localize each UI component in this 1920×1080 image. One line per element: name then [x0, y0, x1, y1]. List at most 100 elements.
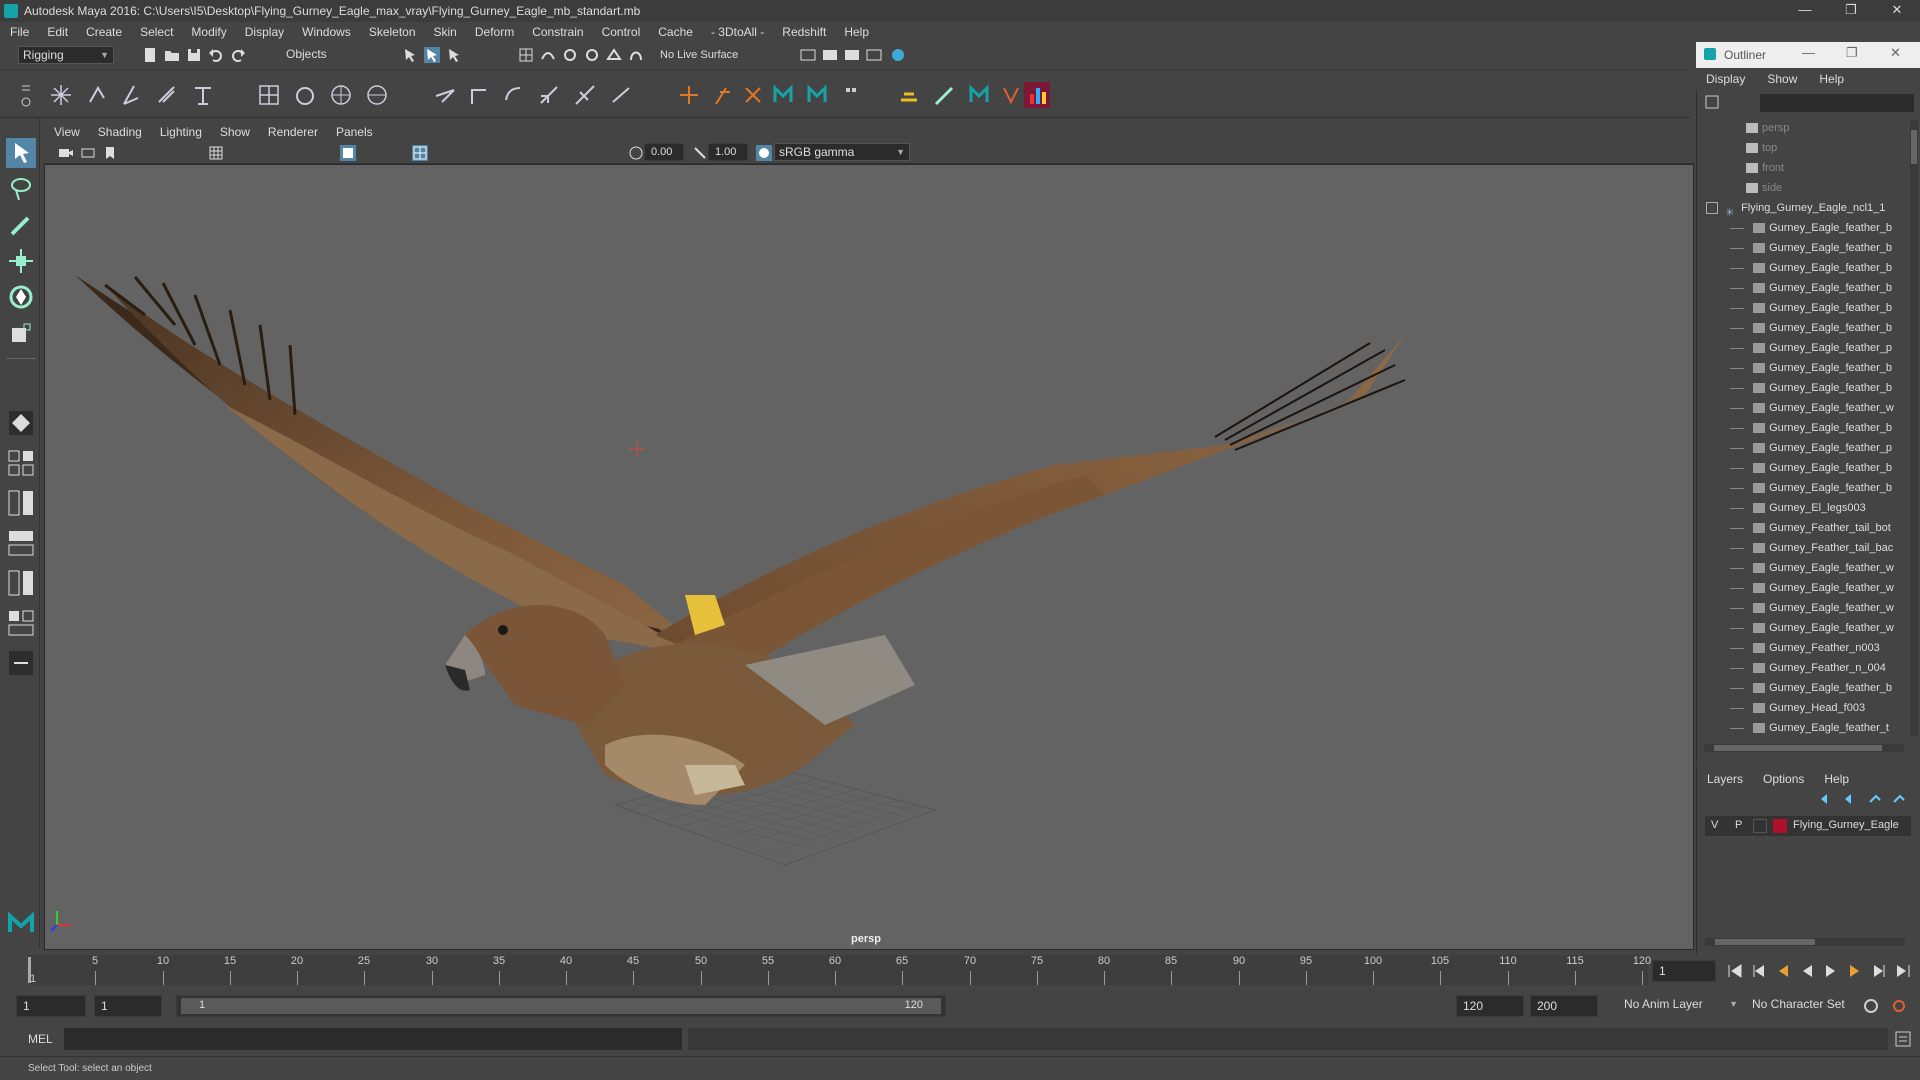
current-frame-field[interactable]: 1: [1652, 960, 1716, 982]
command-input[interactable]: [64, 1028, 682, 1050]
outliner-mesh-item[interactable]: Gurney_Feather_tail_bac: [1730, 538, 1893, 558]
snap-point-icon[interactable]: [562, 47, 578, 63]
outliner-mesh-item[interactable]: Gurney_El_legs003: [1730, 498, 1866, 518]
lasso-icon[interactable]: [6, 174, 36, 204]
outliner-mesh-item[interactable]: Gurney_Eagle_feather_t: [1730, 718, 1889, 738]
new-layer-selected-icon[interactable]: [1891, 792, 1907, 806]
layout-single-icon[interactable]: [6, 448, 36, 478]
layer-visibility-toggle[interactable]: V: [1711, 819, 1718, 831]
soft-select-icon[interactable]: [6, 408, 36, 438]
layer-hscroll-thumb[interactable]: [1715, 939, 1815, 945]
outliner-mesh-item[interactable]: Gurney_Eagle_feather_b: [1730, 218, 1892, 238]
layout-graph-icon[interactable]: [6, 648, 36, 678]
range-slider-handle[interactable]: 1 120: [181, 998, 941, 1014]
outliner-camera-item[interactable]: side: [1746, 178, 1782, 198]
outliner-mesh-item[interactable]: Gurney_Eagle_feather_w: [1730, 598, 1894, 618]
menu-display[interactable]: Display: [245, 25, 284, 39]
range-slider[interactable]: 1 120: [176, 995, 946, 1017]
lattice-icon[interactable]: [256, 82, 282, 108]
menu-3dtoall[interactable]: - 3DtoAll -: [711, 25, 764, 39]
open-scene-icon[interactable]: [164, 47, 180, 63]
paint-weights-icon[interactable]: [932, 82, 958, 108]
outliner-search-input[interactable]: [1760, 94, 1914, 112]
scene-canvas[interactable]: [45, 165, 1694, 950]
go-to-end-icon[interactable]: [1894, 962, 1912, 980]
step-forward-key-icon[interactable]: [1846, 962, 1864, 980]
outliner-mesh-item[interactable]: Gurney_Feather_n_004: [1730, 658, 1886, 678]
layer-color-swatch[interactable]: [1773, 819, 1787, 833]
outliner-menu-help[interactable]: Help: [1819, 72, 1844, 86]
outliner-minimize-button[interactable]: —: [1802, 45, 1815, 60]
smooth-shade-icon[interactable]: [340, 145, 356, 161]
viewport-menu-lighting[interactable]: Lighting: [160, 125, 202, 139]
snap-grid-icon[interactable]: [518, 47, 534, 63]
outliner-mesh-item[interactable]: Gurney_Eagle_feather_w: [1730, 618, 1894, 638]
menu-modify[interactable]: Modify: [191, 25, 226, 39]
restore-button[interactable]: ❐: [1828, 0, 1874, 22]
outliner-mesh-item[interactable]: Gurney_Eagle_feather_b: [1730, 478, 1892, 498]
outliner-mesh-item[interactable]: Gurney_Eagle_feather_b: [1730, 238, 1892, 258]
step-back-icon[interactable]: [1750, 962, 1768, 980]
menu-edit[interactable]: Edit: [47, 25, 68, 39]
layer-hscrollbar[interactable]: [1705, 938, 1905, 946]
auto-key-icon[interactable]: [1862, 997, 1880, 1015]
outliner-group-item[interactable]: ✳ Flying_Gurney_Eagle_ncl1_1: [1706, 198, 1885, 219]
script-editor-icon[interactable]: [1894, 1030, 1912, 1048]
outliner-hscroll-thumb[interactable]: [1714, 745, 1882, 751]
outliner-list[interactable]: persp top front side ✳ Flying_Gurney_Eagl…: [1700, 118, 1910, 738]
camera-attributes-icon[interactable]: [80, 145, 96, 161]
outliner-mesh-item[interactable]: Gurney_Eagle_feather_b: [1730, 258, 1892, 278]
outliner-mesh-item[interactable]: Gurney_Eagle_feather_b: [1730, 378, 1892, 398]
time-ruler[interactable]: 1 5 10 15 20 25 30 35 40 45 50 55 60 65 70 75 80 85 90 95 1…: [28, 955, 1651, 985]
layer-type-toggle[interactable]: [1753, 819, 1767, 833]
menu-control[interactable]: Control: [602, 25, 641, 39]
make-live-icon[interactable]: [628, 47, 644, 63]
orient-constraint-icon[interactable]: [500, 82, 526, 108]
select-object-icon[interactable]: [424, 47, 440, 63]
ik-spline-icon[interactable]: [118, 82, 144, 108]
selection-mode-dropdown[interactable]: Objects: [282, 46, 382, 64]
viewport-panel[interactable]: persp: [44, 164, 1694, 950]
viewport-menu-shading[interactable]: Shading: [98, 125, 142, 139]
layout-three-icon[interactable]: [6, 568, 36, 598]
layer-row[interactable]: V P Flying_Gurney_Eagle: [1705, 816, 1911, 836]
character-set-dropdown[interactable]: No Character Set: [1748, 996, 1856, 1014]
menu-select[interactable]: Select: [140, 25, 173, 39]
maya-script-icon[interactable]: [770, 82, 796, 108]
move-layer-down-icon[interactable]: [1843, 792, 1859, 806]
point-constraint-icon[interactable]: [466, 82, 492, 108]
maya-logo-bottom-icon[interactable]: [6, 908, 36, 938]
outliner-camera-item[interactable]: top: [1746, 138, 1777, 158]
exposure-icon[interactable]: [628, 145, 644, 161]
human-ik-icon[interactable]: [190, 82, 216, 108]
outliner-hscrollbar[interactable]: [1704, 744, 1904, 752]
outliner-mesh-item[interactable]: Gurney_Eagle_feather_w: [1730, 398, 1894, 418]
render-frame-icon[interactable]: [822, 47, 838, 63]
layout-outliner-icon[interactable]: [6, 608, 36, 638]
layout-four-icon[interactable]: [6, 488, 36, 518]
menu-deform[interactable]: Deform: [475, 25, 514, 39]
new-layer-icon[interactable]: [1867, 792, 1883, 806]
redo-icon[interactable]: [230, 47, 246, 63]
layout-two-icon[interactable]: [6, 528, 36, 558]
gamma-field[interactable]: 1.00: [708, 143, 748, 161]
menu-create[interactable]: Create: [86, 25, 122, 39]
manipulator-crosshair[interactable]: [629, 441, 645, 457]
outliner-mesh-item[interactable]: Gurney_Eagle_feather_p: [1730, 438, 1892, 458]
layer-menu-layers[interactable]: Layers: [1707, 772, 1743, 786]
menu-file[interactable]: File: [10, 25, 29, 39]
color-management-icon[interactable]: [756, 145, 772, 161]
vray-icon[interactable]: [998, 82, 1024, 108]
play-forward-icon[interactable]: [1822, 962, 1840, 980]
save-scene-icon[interactable]: [186, 47, 202, 63]
parent-constraint-icon[interactable]: [432, 82, 458, 108]
snap-surface-icon[interactable]: [606, 47, 622, 63]
cluster-icon[interactable]: [292, 82, 318, 108]
menu-redshift[interactable]: Redshift: [782, 25, 826, 39]
outliner-scrollbar[interactable]: [1910, 120, 1918, 736]
close-button[interactable]: ✕: [1874, 0, 1920, 22]
menu-skin[interactable]: Skin: [434, 25, 457, 39]
locator-hand-icon[interactable]: [710, 82, 736, 108]
select-hierarchy-icon[interactable]: [402, 47, 418, 63]
joint-orient-icon[interactable]: [740, 82, 766, 108]
